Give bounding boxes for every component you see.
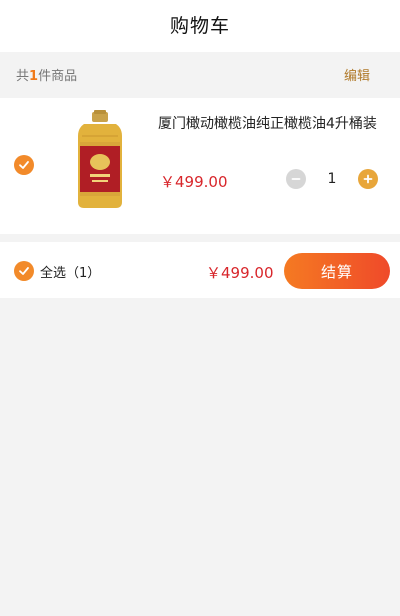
cart-summary-bar: 共1件商品 编辑 — [0, 52, 400, 96]
check-icon — [19, 267, 29, 275]
item-checkbox[interactable] — [14, 155, 34, 175]
minus-icon — [291, 178, 301, 180]
plus-icon — [363, 174, 373, 184]
select-all-checkbox[interactable] — [14, 261, 34, 281]
total-price: ￥499.00 — [206, 264, 274, 282]
increase-quantity-button[interactable] — [358, 169, 378, 189]
item-count-number: 1 — [29, 68, 39, 84]
product-image[interactable] — [66, 110, 134, 210]
product-price: ￥499.00 — [160, 173, 228, 191]
quantity-value[interactable]: 1 — [317, 171, 347, 187]
item-count: 共1件商品 — [16, 65, 77, 84]
item-count-prefix: 共 — [16, 68, 30, 84]
select-all-label[interactable]: 全选（1） — [40, 262, 100, 281]
page-title: 购物车 — [169, 14, 230, 37]
decrease-quantity-button[interactable] — [286, 169, 306, 189]
quantity-stepper: 1 — [286, 168, 378, 190]
cart-item: 厦门橄动橄榄油纯正橄榄油4升桶装 ￥499.00 1 — [0, 98, 400, 234]
product-name[interactable]: 厦门橄动橄榄油纯正橄榄油4升桶装 — [158, 114, 383, 135]
top-nav-bar: 购物车 — [0, 0, 400, 52]
check-icon — [19, 161, 29, 169]
checkout-bar: 全选（1） ￥499.00 结算 — [0, 242, 400, 298]
checkout-button[interactable]: 结算 — [284, 253, 390, 289]
edit-button[interactable]: 编辑 — [344, 65, 370, 84]
item-count-suffix: 件商品 — [38, 68, 78, 84]
